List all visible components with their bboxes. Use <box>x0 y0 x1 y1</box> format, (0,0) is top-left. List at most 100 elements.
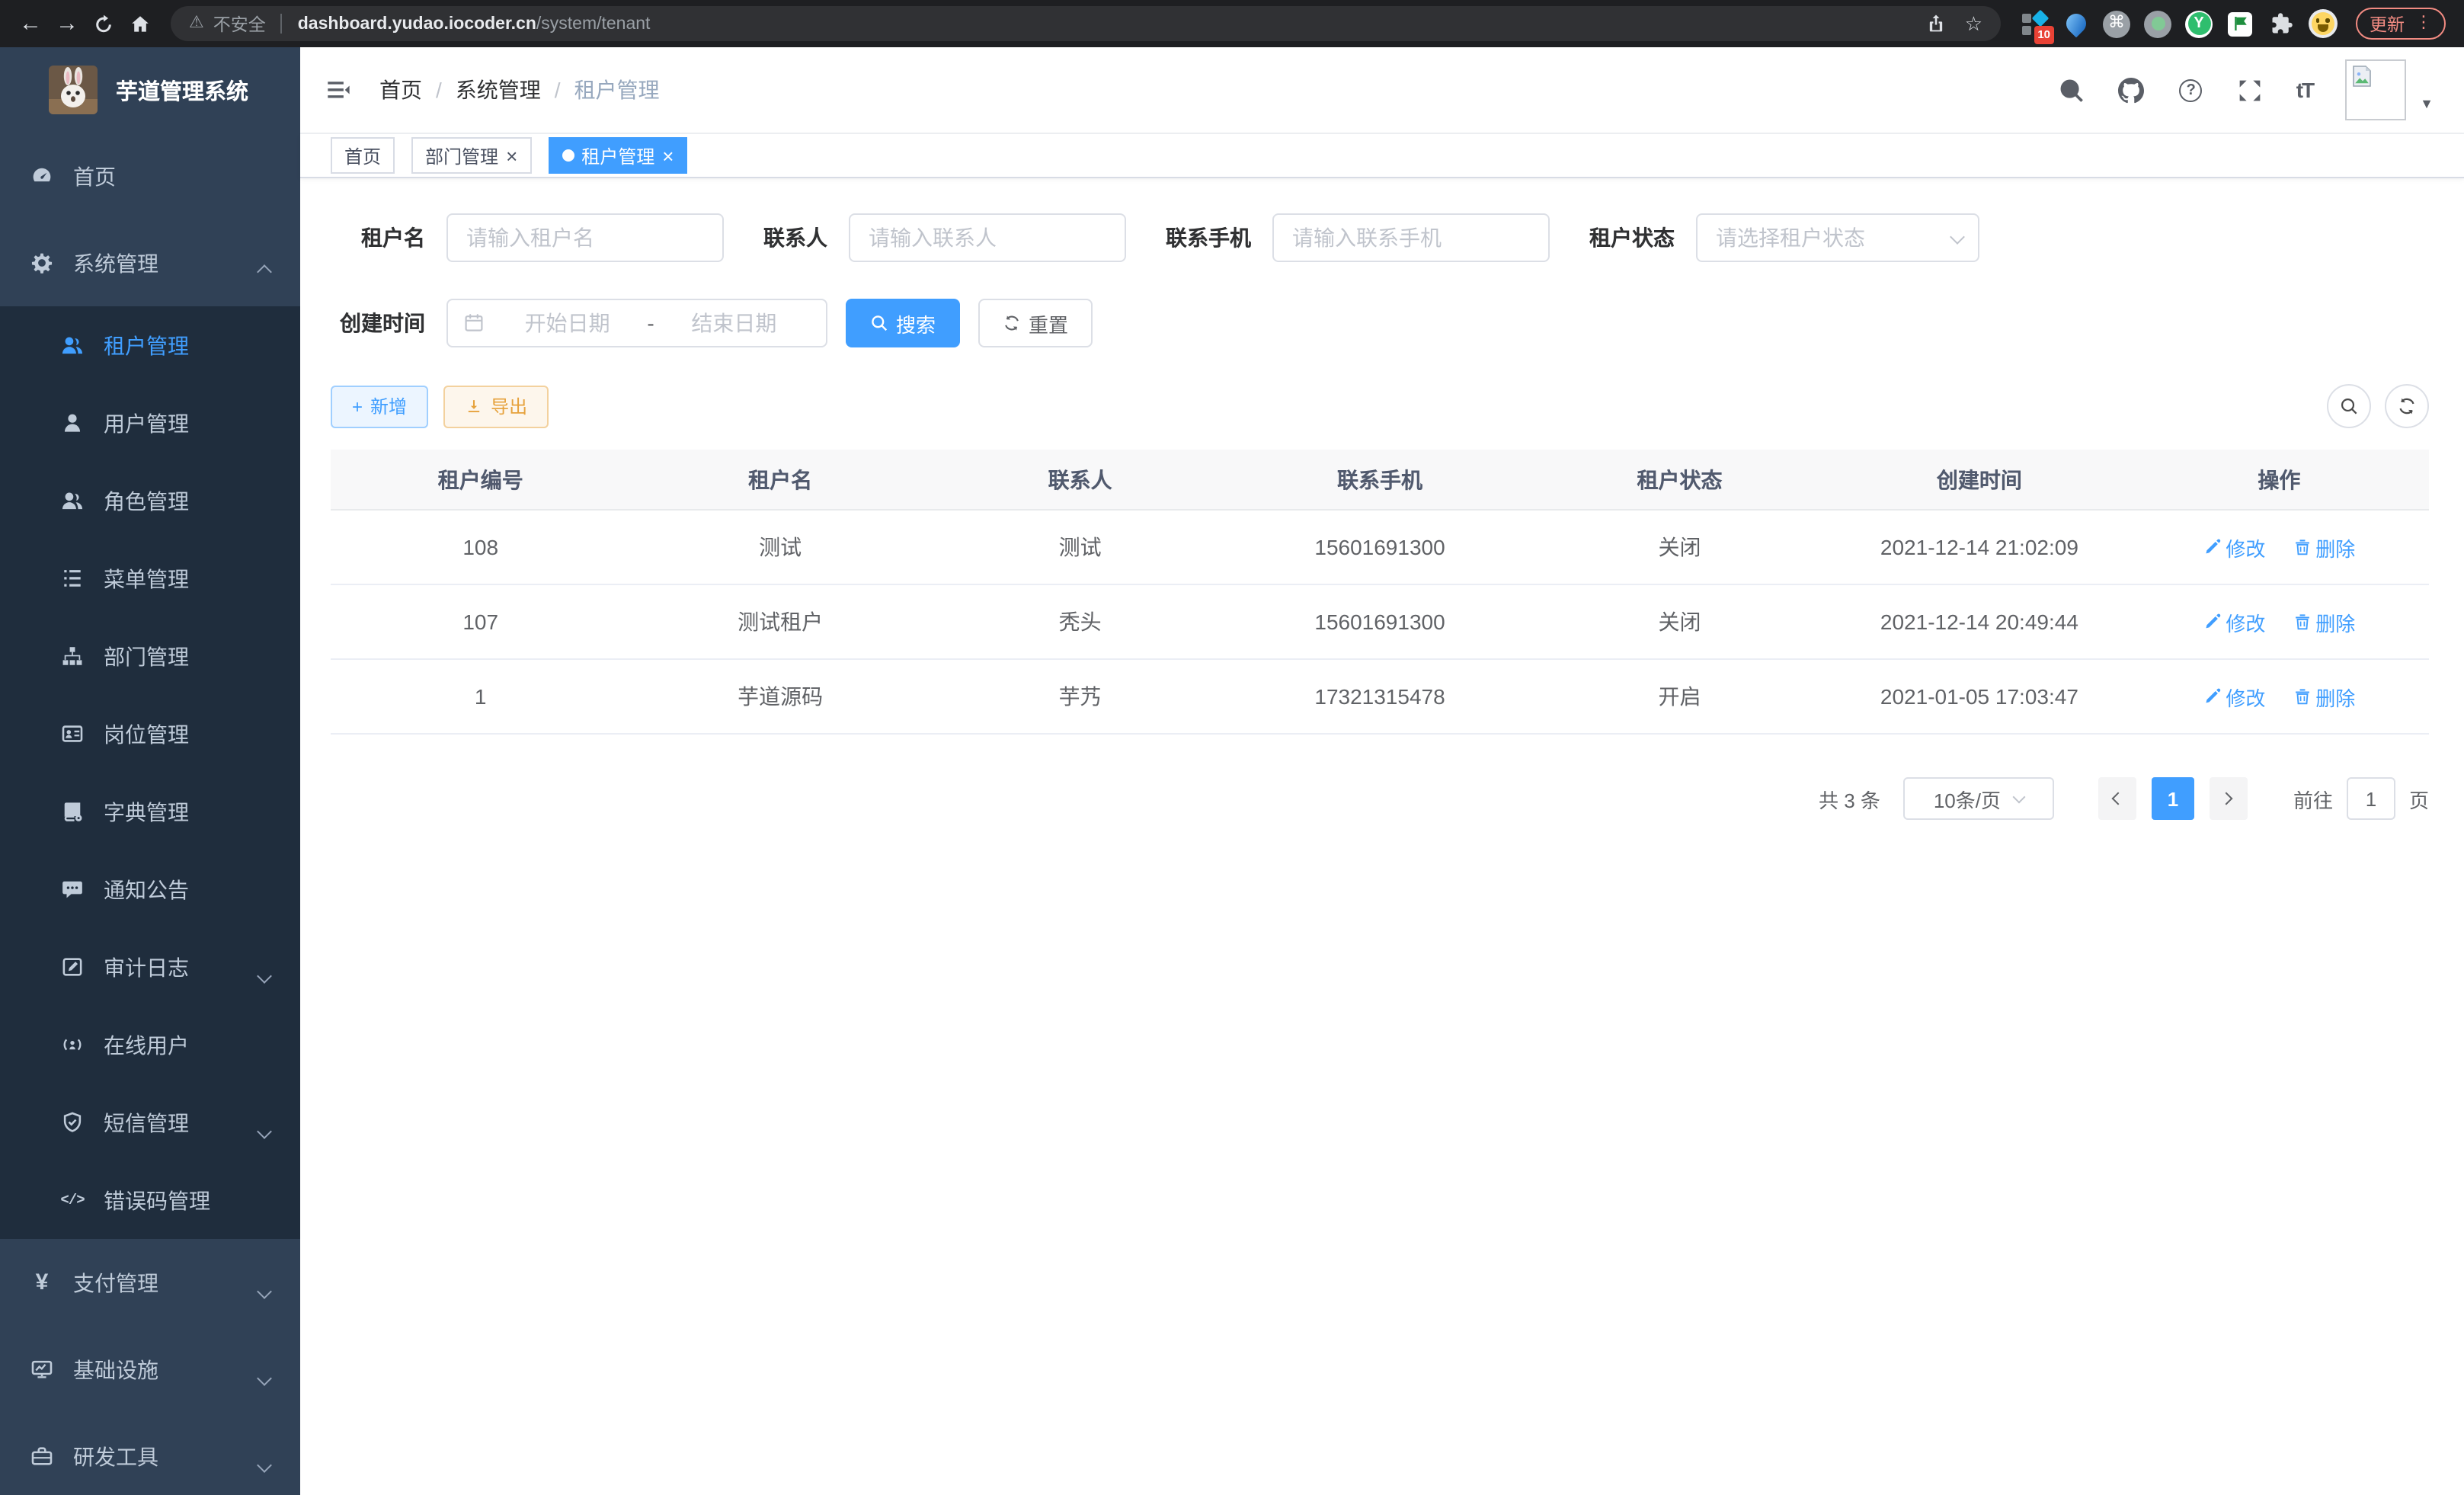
extension-yuque-icon[interactable]: Y <box>2184 8 2214 39</box>
sidebar-item-audit-log[interactable]: 审计日志 <box>0 928 300 1006</box>
edit-link[interactable]: 修改 <box>2203 682 2265 711</box>
sidebar-item-devtools[interactable]: 研发工具 <box>0 1413 300 1495</box>
help-icon[interactable]: ? <box>2178 76 2205 104</box>
extensions-puzzle-icon[interactable] <box>2266 8 2296 39</box>
sidebar-item-role[interactable]: 角色管理 <box>0 462 300 539</box>
breadcrumb-system[interactable]: 系统管理 <box>456 75 541 105</box>
edit-link[interactable]: 修改 <box>2203 533 2265 562</box>
user-avatar-broken-image[interactable] <box>2345 59 2406 120</box>
sidebar-item-label: 部门管理 <box>104 641 189 671</box>
table-row: 108 测试 测试 15601691300 关闭 2021-12-14 21:0… <box>331 511 2429 585</box>
edit-link[interactable]: 修改 <box>2203 607 2265 636</box>
chrome-update-button[interactable]: 更新 ⋮ <box>2356 8 2446 40</box>
end-date-placeholder[interactable]: 结束日期 <box>658 308 811 338</box>
add-button[interactable]: + 新增 <box>331 385 428 427</box>
extension-flag-icon[interactable] <box>2225 8 2255 39</box>
sidebar-item-label: 租户管理 <box>104 330 189 360</box>
search-button[interactable]: 搜索 <box>846 299 960 347</box>
goto-page-input[interactable] <box>2347 777 2395 820</box>
reset-button[interactable]: 重置 <box>978 299 1093 347</box>
sidebar-item-label: 角色管理 <box>104 485 189 516</box>
delete-link[interactable]: 删除 <box>2293 607 2355 636</box>
download-icon <box>465 397 483 415</box>
url-path: /system/tenant <box>536 14 651 33</box>
sidebar-item-label: 错误码管理 <box>104 1185 210 1215</box>
url-bar[interactable]: ⚠ 不安全 dashboard.yudao.iocoder.cn/system/… <box>171 6 2001 41</box>
sidebar-item-user[interactable]: 用户管理 <box>0 384 300 462</box>
extension-balloon-icon[interactable] <box>2060 8 2091 39</box>
delete-link[interactable]: 删除 <box>2293 533 2355 562</box>
sidebar-item-error-code[interactable]: </> 错误码管理 <box>0 1161 300 1239</box>
contact-mobile-input[interactable] <box>1272 213 1550 262</box>
github-icon[interactable] <box>2118 76 2146 104</box>
browser-menu-dots-icon[interactable]: ⋮ <box>2415 15 2432 32</box>
sidebar-collapse-icon[interactable] <box>325 78 352 102</box>
announcement-icon <box>61 878 84 901</box>
contact-name-label: 联系人 <box>763 222 827 253</box>
tab-home[interactable]: 首页 <box>331 137 395 174</box>
table-row: 107 测试租户 秃头 15601691300 关闭 2021-12-14 20… <box>331 585 2429 660</box>
sidebar-item-home[interactable]: 首页 <box>0 133 300 219</box>
tab-close-icon[interactable]: × <box>662 146 674 165</box>
app-logo-rabbit-image <box>49 66 98 114</box>
page-number-active[interactable]: 1 <box>2152 777 2194 820</box>
create-time-range-picker[interactable]: 开始日期 - 结束日期 <box>446 299 827 347</box>
browser-back-icon[interactable]: ← <box>12 5 49 42</box>
page-size-select[interactable]: 10条/页 <box>1903 777 2054 820</box>
sidebar-item-online-users[interactable]: 在线用户 <box>0 1006 300 1084</box>
browser-home-icon[interactable] <box>122 5 158 42</box>
sidebar-item-infrastructure[interactable]: 基础设施 <box>0 1326 300 1413</box>
prev-page-button[interactable] <box>2098 777 2136 820</box>
col-phone: 联系手机 <box>1230 464 1529 495</box>
tags-view-bar: 首页 部门管理 × 租户管理 × <box>300 134 2464 178</box>
tenant-name-input[interactable] <box>446 213 724 262</box>
share-icon[interactable] <box>1927 14 1947 34</box>
tab-dept[interactable]: 部门管理 × <box>411 137 531 174</box>
app-title: 芋道管理系统 <box>116 74 248 106</box>
next-page-button[interactable] <box>2210 777 2248 820</box>
toggle-search-button[interactable] <box>2327 384 2371 428</box>
trash-icon <box>2293 613 2311 631</box>
tab-tenant[interactable]: 租户管理 × <box>548 137 687 174</box>
cell-tenant-id: 107 <box>331 610 630 634</box>
delete-link[interactable]: 删除 <box>2293 682 2355 711</box>
col-contact: 联系人 <box>930 464 1230 495</box>
sidebar-item-label: 在线用户 <box>104 1029 189 1060</box>
sidebar-item-label: 研发工具 <box>73 1441 158 1471</box>
tab-close-icon[interactable]: × <box>506 146 517 165</box>
profile-avatar-icon[interactable] <box>2307 8 2338 39</box>
app-logo-row[interactable]: 芋道管理系统 <box>0 47 300 133</box>
user-icon <box>61 411 84 434</box>
sidebar-item-sms[interactable]: 短信管理 <box>0 1084 300 1161</box>
sidebar-item-payment[interactable]: ¥ 支付管理 <box>0 1239 300 1326</box>
sidebar-item-menu[interactable]: 菜单管理 <box>0 539 300 617</box>
security-label[interactable]: 不安全 <box>213 11 266 36</box>
extension-command-icon[interactable]: ⌘ <box>2101 8 2132 39</box>
header-search-icon[interactable] <box>2059 76 2086 104</box>
sidebar-item-system[interactable]: 系统管理 <box>0 219 300 306</box>
browser-forward-icon[interactable]: → <box>49 5 85 42</box>
extension-badged-icon[interactable]: 10 <box>2019 8 2050 39</box>
fullscreen-icon[interactable] <box>2237 76 2264 104</box>
cell-contact: 测试 <box>930 532 1230 562</box>
contact-name-input[interactable] <box>849 213 1126 262</box>
sidebar-item-dept[interactable]: 部门管理 <box>0 617 300 695</box>
export-button[interactable]: 导出 <box>443 385 549 427</box>
avatar-caret-down-icon[interactable]: ▼ <box>2420 96 2434 111</box>
font-size-icon[interactable]: tT <box>2296 78 2313 102</box>
start-date-placeholder[interactable]: 开始日期 <box>491 308 644 338</box>
sidebar-item-dict[interactable]: 字典管理 <box>0 773 300 850</box>
sidebar-item-label: 菜单管理 <box>104 563 189 594</box>
refresh-table-button[interactable] <box>2385 384 2429 428</box>
breadcrumb-home[interactable]: 首页 <box>379 75 422 105</box>
col-created: 创建时间 <box>1829 464 2129 495</box>
browser-reload-icon[interactable] <box>85 5 122 42</box>
sidebar-item-post[interactable]: 岗位管理 <box>0 695 300 773</box>
tenant-status-select[interactable]: 请选择租户状态 <box>1696 213 1979 262</box>
cell-phone: 15601691300 <box>1230 535 1529 559</box>
extension-record-icon[interactable] <box>2142 8 2173 39</box>
tenant-name-label: 租户名 <box>331 222 425 253</box>
bookmark-star-icon[interactable]: ☆ <box>1965 14 1982 34</box>
sidebar-item-tenant[interactable]: 租户管理 <box>0 306 300 384</box>
sidebar-item-notice[interactable]: 通知公告 <box>0 850 300 928</box>
